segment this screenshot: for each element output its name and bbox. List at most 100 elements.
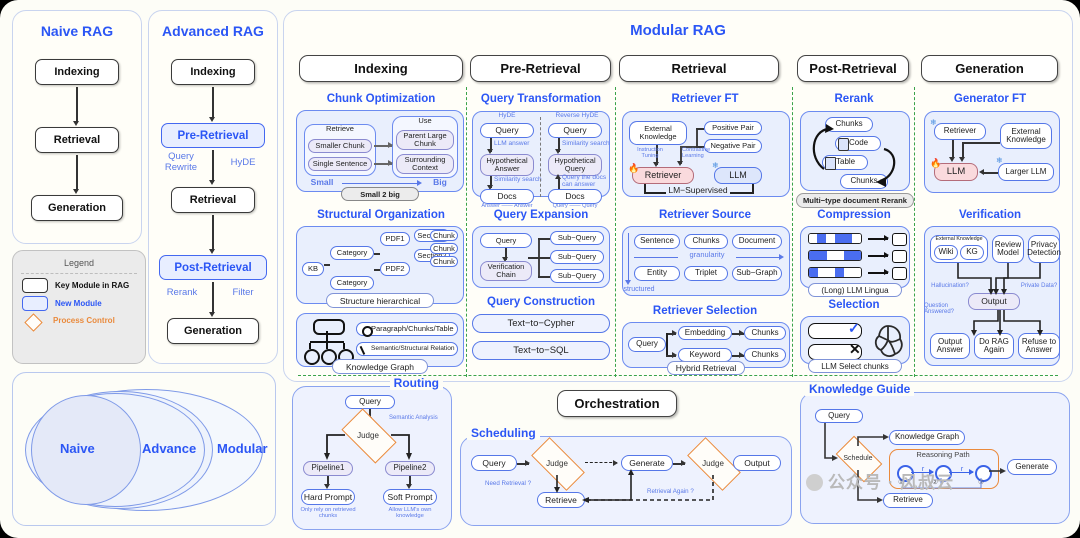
qt-left-hypothetical-answer[interactable]: Hypothetical Answer (480, 154, 534, 176)
watermark-text: 公众号 · 风叔云 (828, 473, 955, 492)
rft-positive-pair[interactable]: Positive Pair (704, 121, 762, 135)
node-chunk-2[interactable]: Chunk (430, 243, 458, 254)
header-generation[interactable]: Generation (921, 55, 1058, 82)
chunk-parent-large[interactable]: Parent Large Chunk (396, 130, 454, 150)
node-pdf2[interactable]: PDF2 (380, 262, 410, 276)
routing-soft-prompt[interactable]: Soft Prompt (383, 489, 437, 505)
qt-right-docs[interactable]: Docs (548, 189, 602, 204)
adv-node-generation[interactable]: Generation (167, 318, 259, 344)
header-retrieval[interactable]: Retrieval (619, 55, 779, 82)
rs-entity[interactable]: Entity (634, 266, 680, 281)
adv-edge-hyde: HyDE (230, 157, 256, 168)
flame-icon: 🔥 (628, 163, 640, 173)
qe-verification-chain[interactable]: Verification Chain (480, 261, 532, 281)
legend-swatch-process-control (22, 312, 46, 332)
query-construction-text-to-sql[interactable]: Text−to−SQL (472, 341, 610, 360)
connector (696, 128, 698, 146)
node-kb[interactable]: KB (302, 262, 324, 276)
panel-knowledge-guide: Knowledge Guide Query Knowledge Graph Sc… (800, 382, 1070, 524)
adv-node-retrieval[interactable]: Retrieval (171, 187, 255, 213)
adv-node-pre-retrieval[interactable]: Pre-Retrieval (161, 123, 265, 148)
gft-external-knowledge[interactable]: External Knowledge (1000, 123, 1052, 149)
rsel-chunks-2[interactable]: Chunks (744, 348, 786, 362)
title-structural-organization: Structural Organization (317, 209, 445, 221)
rs-sentence[interactable]: Sentence (634, 234, 680, 249)
qe-subquery-3[interactable]: Sub−Query (550, 269, 604, 283)
rs-document[interactable]: Document (732, 234, 782, 249)
qe-subquery-2[interactable]: Sub−Query (550, 250, 604, 264)
gft-larger-llm[interactable]: Larger LLM (998, 163, 1054, 181)
label-granularity: granularity (678, 251, 736, 259)
panel-naive-rag: Naive RAG Indexing Retrieval Generation (12, 10, 142, 244)
arrowhead (949, 157, 956, 162)
title-rerank: Rerank (834, 93, 874, 105)
rsel-embedding[interactable]: Embedding (678, 326, 732, 340)
qt-right-hypothetical-query[interactable]: Hypothetical Query (548, 154, 602, 176)
routing-pipeline2[interactable]: Pipeline2 (385, 461, 435, 476)
node-pdf1[interactable]: PDF1 (380, 232, 410, 246)
rsel-keyword[interactable]: Keyword (678, 348, 732, 362)
header-orchestration[interactable]: Orchestration (557, 390, 677, 417)
header-pre-retrieval[interactable]: Pre-Retrieval (470, 55, 611, 82)
label-retrieve: Retrieve (326, 124, 354, 133)
naive-node-retrieval[interactable]: Retrieval (35, 127, 119, 153)
naive-rag-title: Naive RAG (40, 23, 114, 39)
arrow (342, 183, 420, 185)
chunk-single-sentence[interactable]: Single Sentence (308, 157, 372, 171)
node-category-1[interactable]: Category (330, 246, 374, 260)
qt-left-docs[interactable]: Docs (480, 189, 534, 204)
venn-label-naive: Naive (60, 441, 95, 456)
connector (696, 128, 704, 130)
label-query-the-docs: Query the docs can answer (562, 174, 607, 188)
bullet-dot-icon (362, 325, 373, 337)
rsel-chunks-1[interactable]: Chunks (744, 326, 786, 340)
node-chunk-1[interactable]: Chunk (430, 230, 458, 241)
watermark: 公众号 · 风叔云 (806, 468, 954, 493)
rft-retriever[interactable]: Retriever (632, 167, 694, 184)
naive-node-generation[interactable]: Generation (31, 195, 123, 221)
snowflake-icon: ❄ (930, 118, 937, 127)
qt-left-query[interactable]: Query (480, 123, 534, 138)
caption-hybrid-retrieval: Hybrid Retrieval (667, 361, 745, 375)
label-big: Big (433, 177, 447, 187)
connector (962, 142, 1000, 144)
node-chunk-3[interactable]: Chunk (430, 256, 458, 267)
arrowhead (209, 312, 216, 317)
rs-sub-graph[interactable]: Sub−Graph (732, 266, 782, 281)
query-construction-text-to-cypher[interactable]: Text−to−Cypher (472, 314, 610, 333)
rft-llm[interactable]: LLM (714, 167, 762, 184)
compression-out-1 (892, 233, 907, 246)
qe-subquery-1[interactable]: Sub−Query (550, 231, 604, 245)
header-post-retrieval[interactable]: Post-Retrieval (797, 55, 909, 82)
gft-retriever[interactable]: Retriever (934, 123, 986, 140)
rs-chunks[interactable]: Chunks (684, 234, 728, 249)
adv-node-post-retrieval[interactable]: Post-Retrieval (159, 255, 267, 280)
openai-logo-icon (874, 325, 903, 357)
chunk-smaller[interactable]: Smaller Chunk (308, 139, 372, 153)
legend-label-new-module: New Module (55, 299, 102, 308)
routing-pipeline1[interactable]: Pipeline1 (303, 461, 353, 476)
connector (538, 257, 550, 259)
routing-hard-prompt[interactable]: Hard Prompt (301, 489, 355, 505)
connector (528, 257, 538, 259)
title-retriever-ft: Retriever FT (671, 93, 739, 105)
node-category-2[interactable]: Category (330, 276, 374, 290)
arrowhead (73, 189, 80, 194)
rs-triplet[interactable]: Triplet (684, 266, 728, 281)
arrow (324, 264, 330, 266)
header-indexing[interactable]: Indexing (299, 55, 463, 82)
diagram-canvas: Naive RAG Indexing Retrieval Generation … (0, 0, 1080, 538)
qe-query[interactable]: Query (480, 233, 532, 248)
rft-external-knowledge[interactable]: External Knowledge (629, 121, 687, 145)
legend-item-key-module: Key Module in RAG (22, 278, 145, 293)
qt-right-query[interactable]: Query (548, 123, 602, 138)
rsel-query[interactable]: Query (628, 337, 666, 352)
arrow (374, 269, 380, 271)
legend-swatch-new-module (22, 296, 48, 311)
arrowhead (625, 280, 632, 285)
chunk-surrounding-context[interactable]: Surrounding Context (396, 154, 454, 174)
naive-node-indexing[interactable]: Indexing (35, 59, 119, 85)
section-divider (466, 87, 467, 377)
label-hyde: HyDE (498, 112, 516, 119)
adv-node-indexing[interactable]: Indexing (171, 59, 255, 85)
